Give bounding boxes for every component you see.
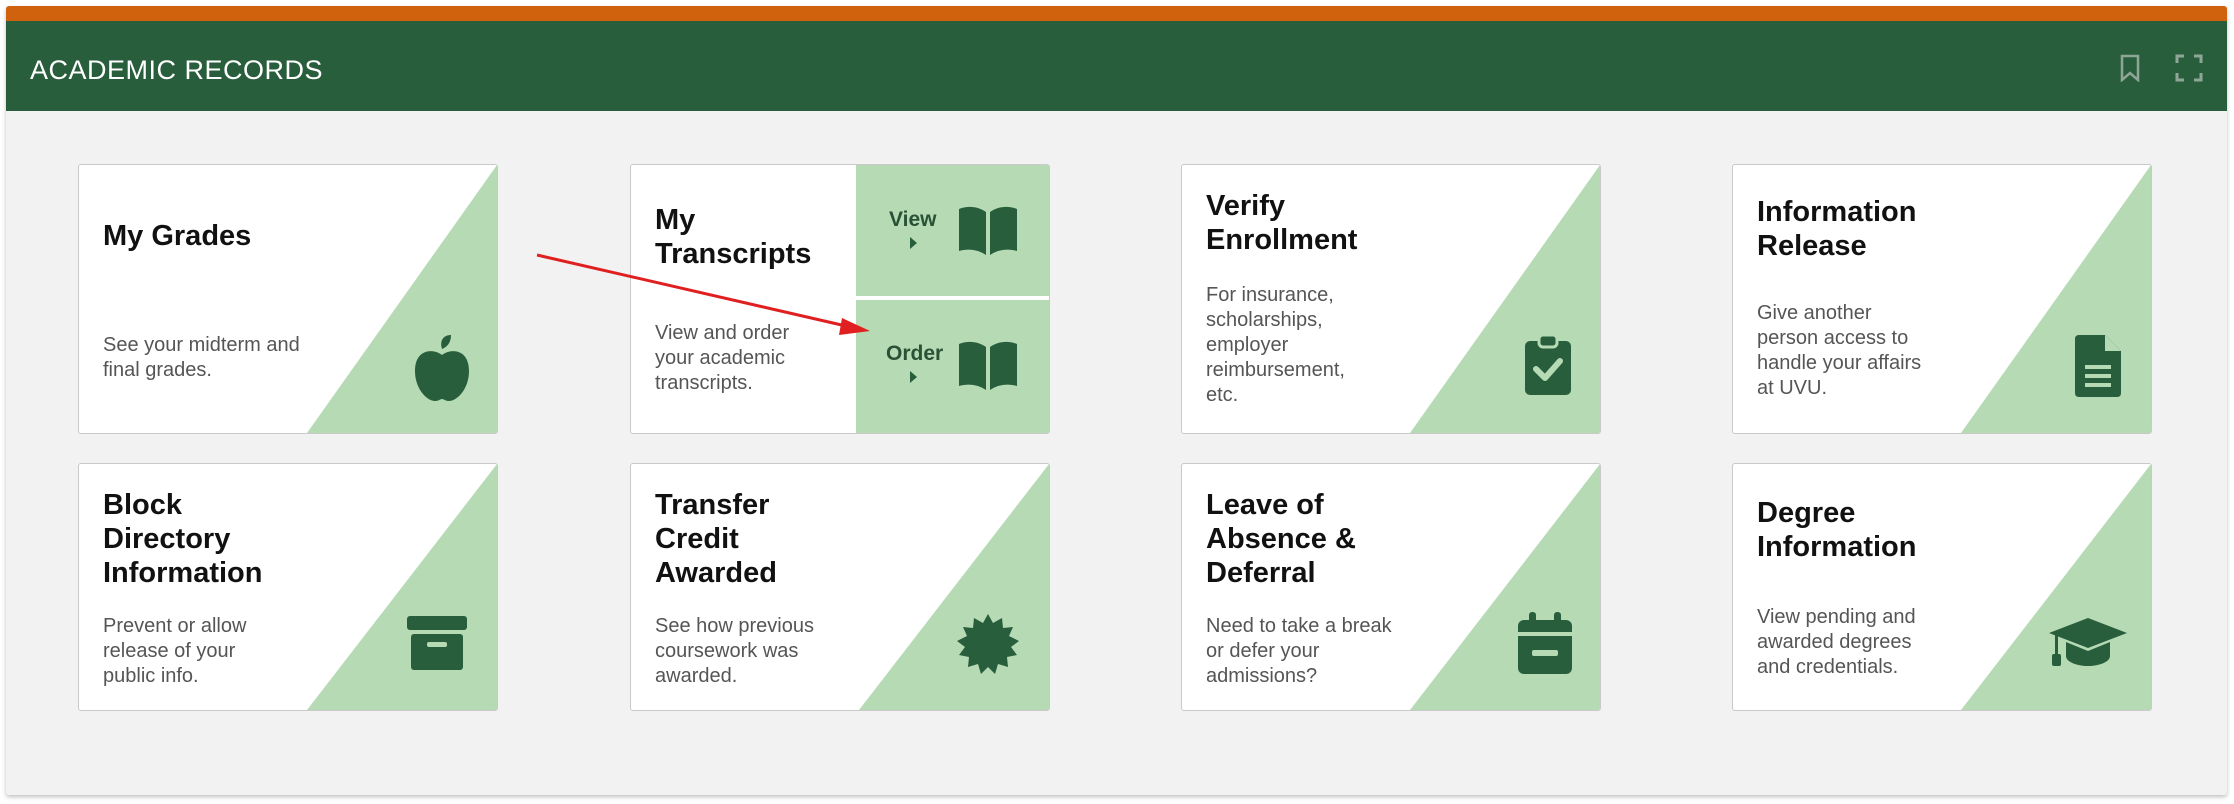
tile-title-line: My <box>655 204 696 236</box>
tile-description: Give another person access to handle you… <box>1757 302 1922 399</box>
tile-title-line: Transfer <box>655 489 770 521</box>
tile-title-line: Enrollment <box>1206 224 1358 256</box>
book-icon <box>959 206 1017 255</box>
tile-my-transcripts[interactable]: My Transcripts View and order your acade… <box>630 164 1050 434</box>
top-accent-stripe <box>6 6 2227 21</box>
tile-title: Degree Information <box>1757 496 1977 564</box>
clipboard-check-icon <box>1525 335 1571 395</box>
tile-block-directory-information[interactable]: Block Directory Information Prevent or a… <box>78 463 498 711</box>
panel-title: ACADEMIC RECORDS <box>30 55 324 85</box>
tile-title-line: Verify <box>1206 190 1285 222</box>
tile-title-line: Credit <box>655 523 739 555</box>
expand-icon[interactable] <box>2175 54 2203 82</box>
panel-header: ACADEMIC RECORDS <box>6 21 2227 111</box>
tile-title-line: Information <box>1757 196 1917 228</box>
tile-description: See your midterm and final grades. <box>103 334 300 381</box>
tile-description: View and order your academic transcripts… <box>655 322 790 394</box>
tile-my-grades[interactable]: My Grades See your midterm and final gra… <box>78 164 498 434</box>
tile-title-line: Release <box>1757 230 1867 262</box>
apple-icon <box>415 335 469 401</box>
tile-title-line: Transcripts <box>655 238 812 270</box>
bookmark-icon[interactable] <box>2116 54 2144 82</box>
tile-title-line: Leave of <box>1206 489 1324 521</box>
tile-description: Prevent or allow release of your public … <box>103 615 247 687</box>
archive-box-icon <box>407 616 467 670</box>
tile-title-line: Information <box>103 557 263 589</box>
tile-title: Information Release <box>1757 195 1977 263</box>
tile-title-line: Block <box>103 489 182 521</box>
tile-verify-enrollment[interactable]: Verify Enrollment For insurance, scholar… <box>1181 164 1601 434</box>
tile-title-line: Absence & <box>1206 523 1356 555</box>
tile-description: For insurance, scholarships, employer re… <box>1206 284 1345 406</box>
tile-title-line: Degree <box>1757 497 1856 529</box>
tile-title-line: Information <box>1757 531 1917 563</box>
tile-description: Need to take a break or defer your admis… <box>1206 615 1392 687</box>
tile-title: My Grades <box>103 220 252 252</box>
tile-leave-of-absence-deferral[interactable]: Leave of Absence & Deferral Need to take… <box>1181 463 1601 711</box>
view-label: View <box>889 208 937 231</box>
caret-right-icon <box>910 237 917 249</box>
tile-title: Verify Enrollment <box>1206 189 1426 257</box>
tile-title: Transfer Credit Awarded <box>655 488 875 590</box>
tile-title-line: Directory <box>103 523 231 555</box>
tile-title: Leave of Absence & Deferral <box>1206 488 1426 590</box>
book-icon <box>959 341 1017 390</box>
caret-right-icon <box>910 371 917 383</box>
graduation-cap-icon <box>2049 618 2127 666</box>
tile-transfer-credit-awarded[interactable]: Transfer Credit Awarded See how previous… <box>630 463 1050 711</box>
tile-description: See how previous coursework was awarded. <box>655 615 814 687</box>
calendar-minus-icon <box>1518 612 1572 674</box>
tile-title-line: Awarded <box>655 557 777 589</box>
tile-title: My Transcripts <box>655 203 875 271</box>
order-transcripts-button[interactable]: Order <box>856 300 1049 433</box>
tile-information-release[interactable]: Information Release Give another person … <box>1732 164 2152 434</box>
certificate-icon <box>957 614 1019 674</box>
tile-title: Block Directory Information <box>103 488 323 590</box>
order-label: Order <box>886 342 944 365</box>
document-icon <box>2075 335 2121 397</box>
tile-degree-information[interactable]: Degree Information View pending and awar… <box>1732 463 2152 711</box>
tile-description: View pending and awarded degrees and cre… <box>1757 606 1916 678</box>
tile-title-line: Deferral <box>1206 557 1316 589</box>
view-transcripts-button[interactable]: View <box>856 165 1049 296</box>
